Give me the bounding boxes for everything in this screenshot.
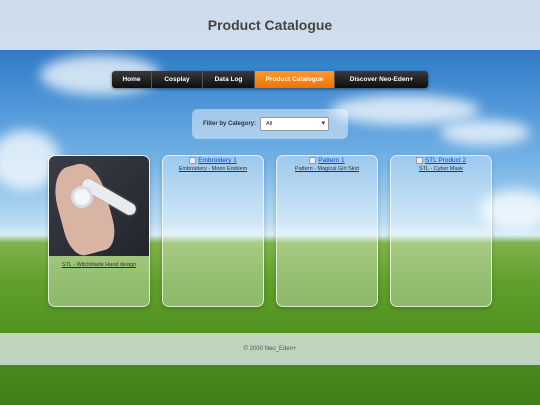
nav-item-discover-neo-eden[interactable]: Discover Neo-Eden+ bbox=[335, 71, 428, 88]
product-card[interactable]: STL Product 2 STL - Cyber Mask bbox=[390, 155, 492, 307]
product-image-link[interactable]: Embroidery 1 bbox=[163, 156, 263, 164]
product-image-link[interactable]: Pattern 1 bbox=[277, 156, 377, 164]
product-image[interactable] bbox=[49, 156, 149, 256]
cloud-decoration bbox=[440, 120, 530, 145]
footer-text: © 2000 Neo_Eden+ bbox=[243, 346, 297, 352]
nav-item-product-catalogue[interactable]: Product Catalogue bbox=[255, 71, 335, 88]
category-select-value: All bbox=[266, 121, 273, 127]
nav-item-home[interactable]: Home bbox=[112, 71, 152, 88]
nav-item-cosplay[interactable]: Cosplay bbox=[152, 71, 203, 88]
product-card[interactable]: Pattern 1 Pattern - Magical Girl Skirt bbox=[276, 155, 378, 307]
page-title: Product Catalogue bbox=[207, 17, 333, 33]
product-card[interactable]: STL - Witchblade Hand design bbox=[48, 155, 150, 307]
filter-label: Filter by Category: bbox=[203, 121, 257, 127]
page-header: Product Catalogue bbox=[0, 0, 540, 50]
nav-item-data-log[interactable]: Data Log bbox=[203, 71, 255, 88]
product-image-alt: Embroidery 1 bbox=[198, 157, 237, 165]
category-select[interactable]: All bbox=[260, 117, 330, 131]
product-caption[interactable]: Embroidery - Moon Emblem bbox=[163, 166, 263, 172]
page-footer: © 2000 Neo_Eden+ bbox=[0, 333, 540, 365]
gem-shape bbox=[71, 186, 93, 208]
product-caption[interactable]: STL - Cyber Mask bbox=[391, 166, 491, 172]
product-image-link[interactable]: STL Product 2 bbox=[391, 156, 491, 164]
product-caption[interactable]: STL - Witchblade Hand design bbox=[49, 262, 149, 268]
product-caption[interactable]: Pattern - Magical Girl Skirt bbox=[277, 166, 377, 172]
cloud-decoration bbox=[330, 95, 480, 125]
broken-image-icon bbox=[189, 157, 197, 164]
product-card[interactable]: Embroidery 1 Embroidery - Moon Emblem bbox=[162, 155, 264, 307]
product-image-alt: Pattern 1 bbox=[318, 157, 345, 165]
broken-image-icon bbox=[415, 157, 423, 164]
broken-image-icon bbox=[309, 157, 317, 164]
category-filter: Filter by Category: All bbox=[192, 109, 348, 139]
main-nav: Home Cosplay Data Log Product Catalogue … bbox=[112, 71, 428, 88]
product-image-alt: STL Product 2 bbox=[424, 157, 467, 165]
